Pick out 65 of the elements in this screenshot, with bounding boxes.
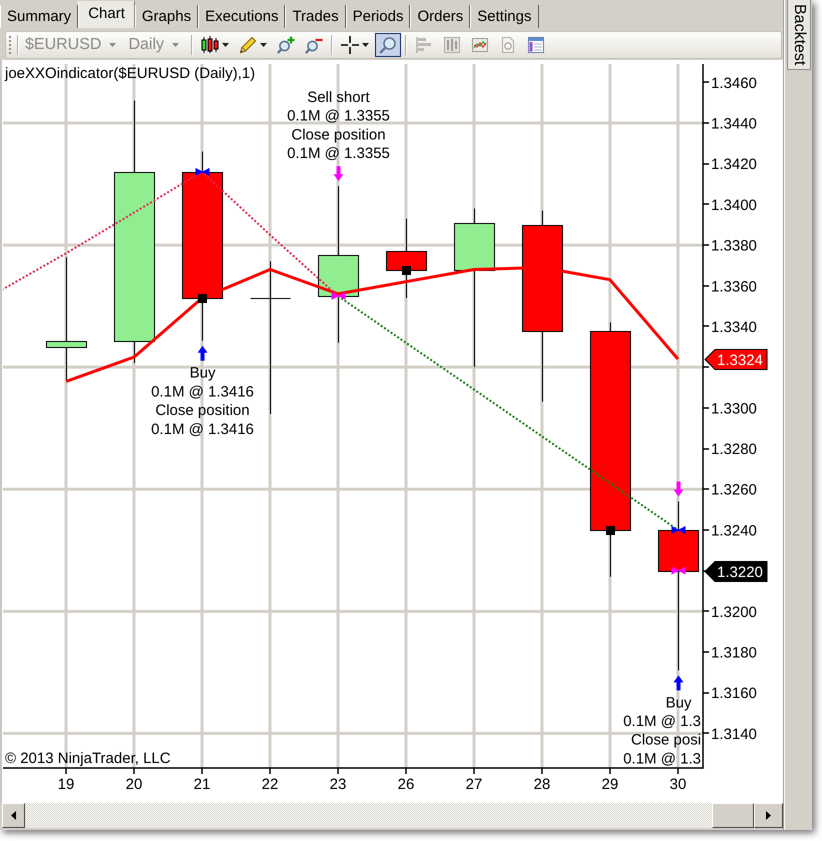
price-label: 1.3380: [711, 238, 757, 255]
right-arrow-icon: [766, 811, 771, 820]
indicator-label: joeXXOindicator($EURUSD (Daily),1): [5, 65, 256, 82]
price-label: 1.3180: [711, 644, 757, 662]
pencil-icon: [239, 36, 258, 54]
trade-label: Sell short 0.1M @ 1.3355 Close position 0.1M @ 1.3355: [287, 89, 390, 162]
magnifier-icon: [379, 36, 398, 54]
window-icon: [527, 36, 546, 54]
tab[interactable]: Chart: [78, 1, 135, 28]
down-arrow-marker: [334, 166, 344, 182]
tab[interactable]: Trades: [285, 5, 346, 28]
price-label: 1.3400: [711, 196, 757, 214]
scrollbar[interactable]: [2, 803, 783, 829]
trade-label: Buy 0.1M @ 1.3416 Close position 0.1M @ 1.3416: [151, 364, 254, 438]
left-arrow-icon: [11, 811, 16, 820]
trade-label: Buy 0.1M @ 1.3 Close posi 0.1M @ 1.3: [623, 694, 702, 768]
price-label: 1.3140: [711, 726, 757, 743]
bar-list-icon: [415, 36, 434, 54]
price-tag: 1.3220: [704, 561, 768, 582]
date-label: 22: [262, 776, 278, 793]
date-label: 30: [670, 776, 686, 793]
date-label: 21: [194, 776, 210, 793]
date-label: 23: [330, 776, 346, 793]
up-arrow-marker: [674, 675, 684, 690]
date-label: 19: [58, 776, 74, 793]
line-chart-icon: [471, 36, 490, 54]
price-label: 1.3240: [711, 522, 757, 540]
date-label: 29: [602, 776, 618, 793]
price-label: 1.3460: [711, 74, 757, 92]
tab[interactable]: Graphs: [134, 5, 198, 28]
price-label: 1.3200: [711, 604, 757, 621]
price-tag: 1.3324: [704, 349, 768, 370]
tab[interactable]: Summary: [0, 5, 78, 28]
price-label: 1.3160: [711, 685, 757, 702]
tab[interactable]: Periods: [346, 5, 410, 28]
zoom-out-icon: [305, 36, 324, 54]
up-arrow-marker: [198, 346, 208, 361]
date-label: 28: [534, 776, 550, 793]
scroll-left-button[interactable]: [2, 803, 25, 828]
tab[interactable]: Settings: [470, 5, 538, 28]
tab[interactable]: Orders: [410, 5, 470, 28]
down-arrow-marker: [674, 481, 684, 496]
zoom-in-icon: [277, 36, 296, 54]
price-label: 1.3440: [711, 116, 757, 132]
date-label: 26: [398, 776, 414, 793]
price-label: 1.3260: [711, 482, 757, 499]
crosshair-icon: [341, 36, 360, 54]
price-label: 1.3280: [711, 441, 757, 458]
price-label: 1.3420: [711, 156, 757, 174]
date-label: 27: [466, 776, 482, 793]
tab[interactable]: Executions: [198, 5, 286, 28]
scroll-right-button[interactable]: [754, 803, 783, 828]
scroll-thumb[interactable]: [712, 803, 754, 828]
price-label: 1.3300: [711, 400, 757, 418]
candlestick-icon: [201, 36, 220, 54]
side-tab[interactable]: Backtest: [787, 0, 811, 70]
caret-icon: [109, 43, 116, 47]
date-label: 20: [126, 776, 142, 793]
price-label: 1.3340: [711, 319, 757, 336]
copyright-text: © 2013 NinjaTrader, LLC: [5, 750, 171, 767]
price-label: 1.3360: [711, 278, 757, 296]
toolbar-grip[interactable]: [8, 35, 12, 55]
caret-icon: [172, 43, 180, 47]
columns-icon: [443, 36, 462, 54]
zoom-button[interactable]: [375, 33, 402, 57]
